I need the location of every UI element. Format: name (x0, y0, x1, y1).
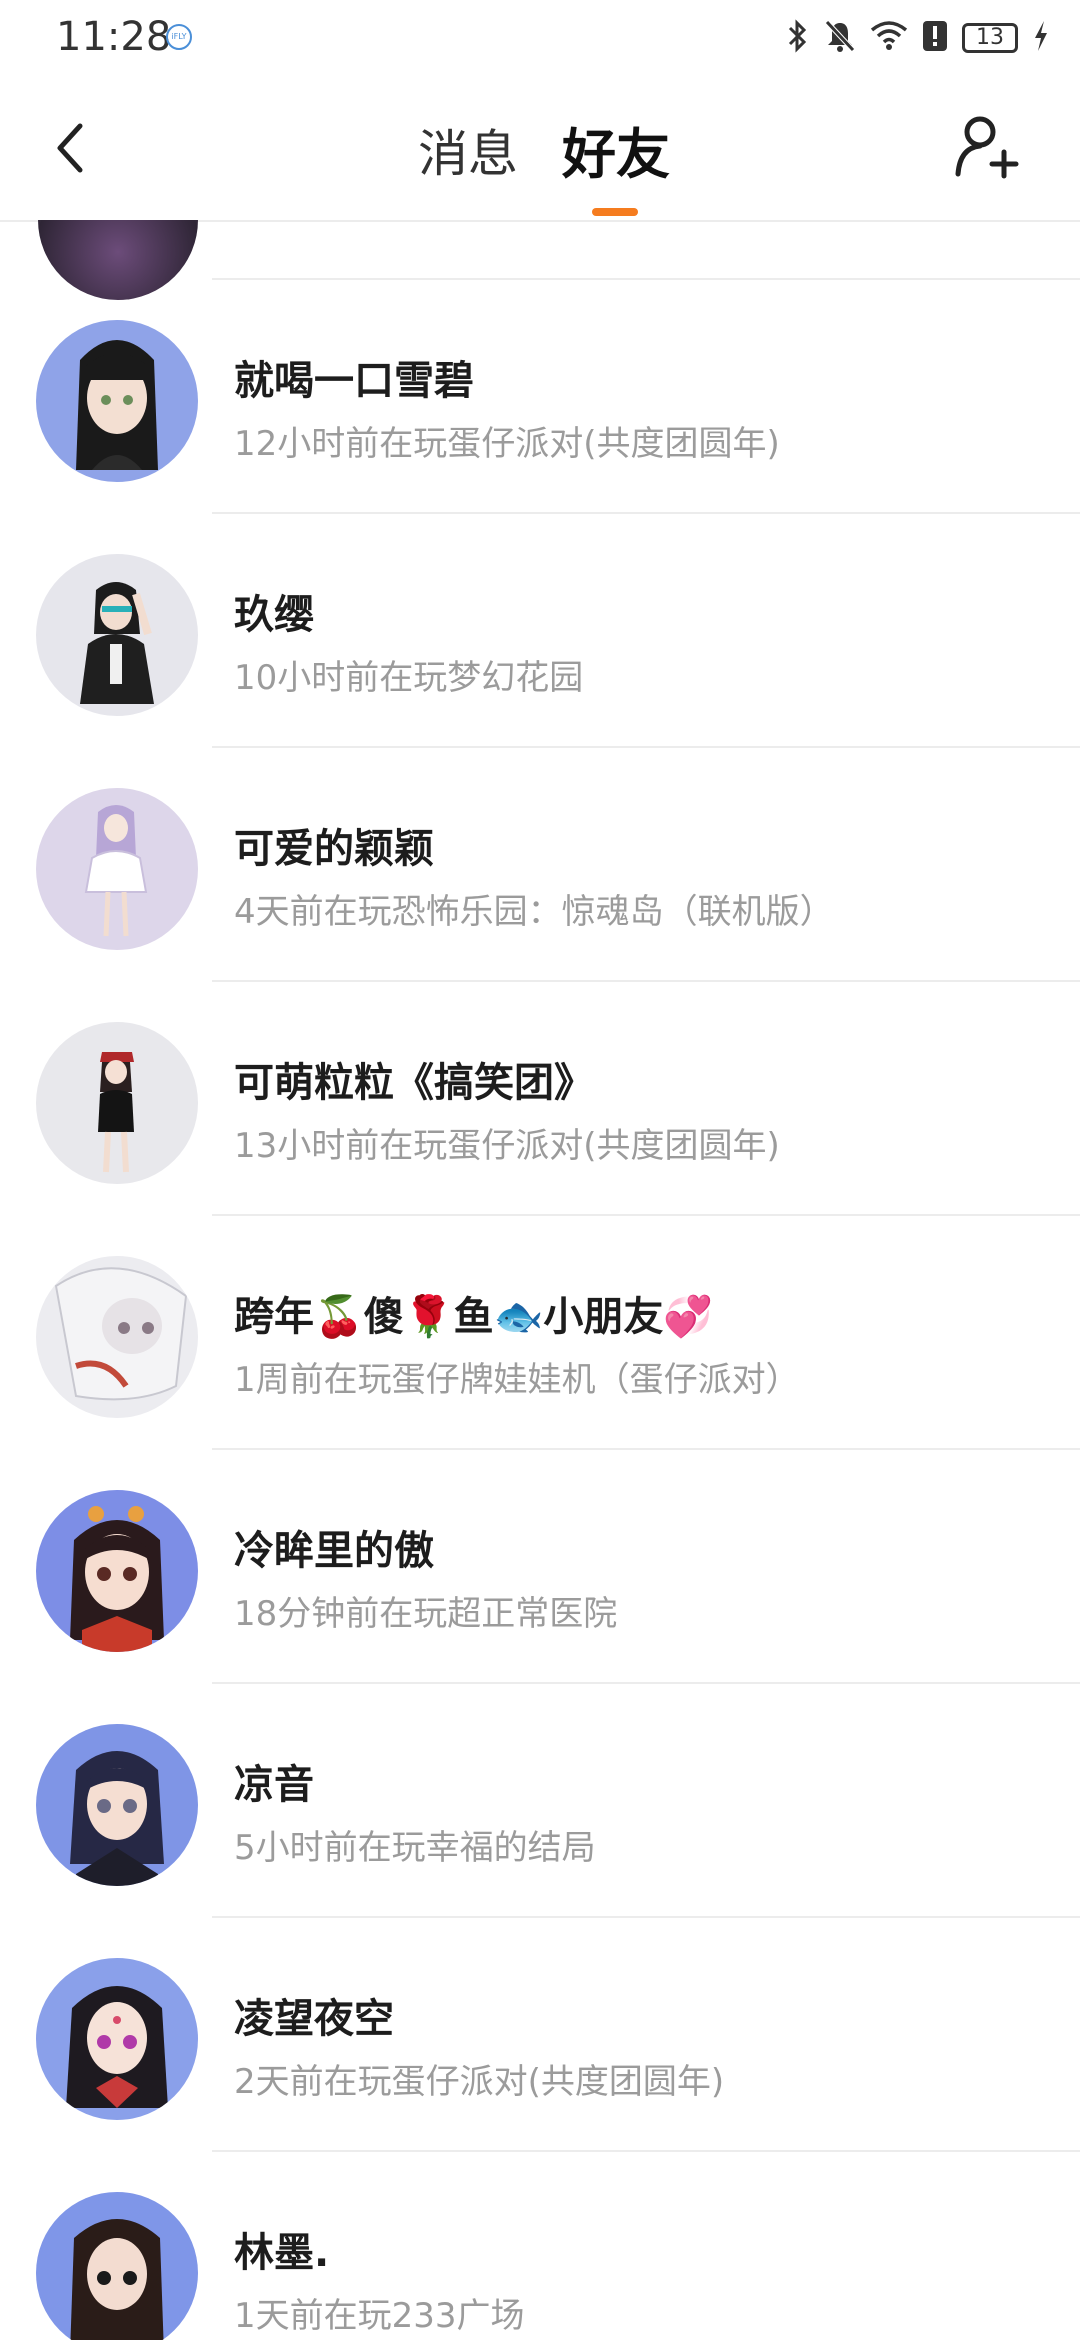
tab-friends[interactable]: 好友 (562, 110, 670, 189)
battery-icon: 13 (962, 23, 1018, 53)
avatar[interactable] (36, 2192, 198, 2340)
friend-status: 2天前在玩蛋仔派对(共度团圆年) (234, 2062, 725, 2102)
alert-icon (922, 19, 948, 57)
avatar[interactable] (36, 1490, 198, 1652)
bluetooth-icon (786, 19, 810, 57)
friend-status: 4天前在玩恐怖乐园：惊魂岛（联机版） (234, 892, 834, 932)
friend-status: 5小时前在玩幸福的结局 (234, 1828, 596, 1868)
friend-status: 18分钟前在玩超正常医院 (234, 1594, 618, 1634)
friend-list-item[interactable]: 凌望夜空 2天前在玩蛋仔派对(共度团圆年) (0, 1918, 1080, 2152)
friend-list-item[interactable]: 凉音 5小时前在玩幸福的结局 (0, 1684, 1080, 1918)
avatar[interactable] (36, 1022, 198, 1184)
header: 消息 好友 (0, 76, 1080, 222)
friend-status: 1周前在玩蛋仔牌娃娃机（蛋仔派对） (234, 1360, 800, 1400)
back-button[interactable] (48, 118, 98, 178)
add-user-icon (955, 116, 1019, 179)
friend-list-item[interactable]: 跨年🍒傻🌹鱼🐟小朋友💞 1周前在玩蛋仔牌娃娃机（蛋仔派对） (0, 1216, 1080, 1450)
friend-list-item[interactable]: 就喝一口雪碧 12小时前在玩蛋仔派对(共度团圆年) (0, 280, 1080, 514)
friend-name: 玖缨 (234, 592, 314, 638)
avatar[interactable] (36, 1724, 198, 1886)
charging-icon (1032, 20, 1050, 56)
friend-list-item[interactable]: 玖缨 10小时前在玩梦幻花园 (0, 514, 1080, 748)
avatar[interactable] (36, 320, 198, 482)
friends-list[interactable]: 就喝一口雪碧 12小时前在玩蛋仔派对(共度团圆年) 玖缨 10小时前在玩梦幻花园… (0, 220, 1080, 2340)
back-arrow-icon (57, 123, 83, 173)
ifly-icon: iFLY (166, 24, 192, 50)
friend-list-item[interactable]: 可萌粒粒《搞笑团》 13小时前在玩蛋仔派对(共度团圆年) (0, 982, 1080, 1216)
avatar[interactable] (36, 1256, 198, 1418)
avatar[interactable] (36, 554, 198, 716)
friend-name: 可萌粒粒《搞笑团》 (234, 1060, 594, 1106)
friend-name: 林墨. (234, 2230, 330, 2276)
friend-list-item[interactable]: 林墨. 1天前在玩233广场 (0, 2152, 1080, 2340)
friend-name: 冷眸里的傲 (234, 1528, 434, 1574)
mute-icon (824, 19, 856, 57)
avatar[interactable] (36, 788, 198, 950)
status-bar: 11:28 iFLY 13 (0, 0, 1080, 76)
friend-status: 10小时前在玩梦幻花园 (234, 658, 584, 698)
wifi-icon (870, 20, 908, 56)
friend-name: 可爱的颖颖 (234, 826, 434, 872)
friend-list-item[interactable]: 冷眸里的傲 18分钟前在玩超正常医院 (0, 1450, 1080, 1684)
friend-list-item[interactable]: 可爱的颖颖 4天前在玩恐怖乐园：惊魂岛（联机版） (0, 748, 1080, 982)
friend-name: 跨年🍒傻🌹鱼🐟小朋友💞 (234, 1294, 714, 1340)
friend-name: 凉音 (234, 1762, 314, 1808)
add-friend-button[interactable] (952, 112, 1022, 182)
friend-name: 就喝一口雪碧 (234, 358, 474, 404)
friend-name: 凌望夜空 (234, 1996, 394, 2042)
avatar[interactable] (36, 1958, 198, 2120)
friend-status: 12小时前在玩蛋仔派对(共度团圆年) (234, 424, 780, 464)
friend-status: 1天前在玩233广场 (234, 2296, 525, 2336)
friend-status: 13小时前在玩蛋仔派对(共度团圆年) (234, 1126, 780, 1166)
status-time: 11:28 (56, 14, 172, 60)
tab-messages[interactable]: 消息 (418, 114, 518, 186)
status-icons: 13 (786, 18, 1050, 58)
active-tab-indicator (592, 208, 638, 216)
